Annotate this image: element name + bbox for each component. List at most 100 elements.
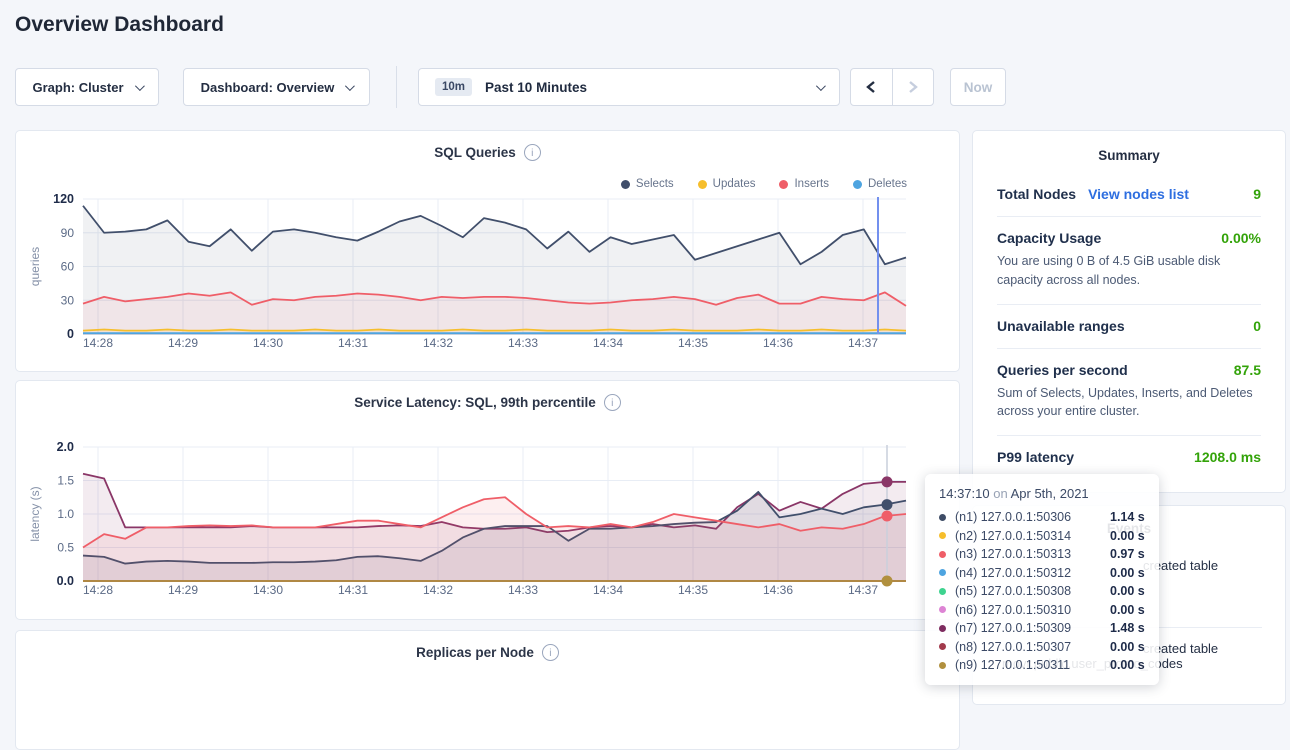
tooltip-rows: (n1) 127.0.0.1:503061.14 s(n2) 127.0.0.1… [939, 508, 1145, 675]
node-color-dot [939, 569, 946, 576]
summary-row-head: Queries per second87.5 [997, 362, 1261, 378]
now-button-label: Now [964, 80, 993, 95]
svg-text:1.5: 1.5 [57, 474, 74, 488]
sql-queries-card: SQL Queries i SelectsUpdatesInsertsDelet… [15, 130, 960, 372]
summary-panel: Summary Total Nodes View nodes list 9 Capac… [972, 130, 1286, 493]
svg-text:14:33: 14:33 [508, 336, 538, 350]
node-color-dot [939, 625, 946, 632]
step-forward-button[interactable] [893, 69, 934, 105]
svg-text:14:35: 14:35 [678, 336, 708, 350]
svg-text:latency (s): latency (s) [28, 486, 42, 541]
svg-text:0: 0 [67, 327, 74, 341]
tooltip-row: (n3) 127.0.0.1:503130.97 s [939, 545, 1145, 564]
time-range-badge: 10m [435, 78, 472, 96]
svg-text:14:29: 14:29 [168, 336, 198, 350]
sql-queries-chart[interactable]: 14:2814:2914:3014:3114:3214:3314:3414:35… [16, 131, 959, 374]
svg-text:14:28: 14:28 [83, 583, 113, 597]
summary-row: P99 latency 1208.0 ms [997, 435, 1261, 479]
tooltip-node-address: (n8) 127.0.0.1:50307 [955, 640, 1101, 654]
tooltip-node-value: 0.00 s [1110, 584, 1145, 598]
chevron-down-icon [134, 81, 144, 91]
svg-text:14:33: 14:33 [508, 583, 538, 597]
tooltip-row: (n8) 127.0.0.1:50307 0.00 s [939, 638, 1145, 657]
summary-value: 0 [1253, 318, 1261, 334]
svg-text:14:32: 14:32 [423, 336, 453, 350]
node-color-dot [939, 551, 946, 558]
time-range-selector[interactable]: 10m Past 10 Minutes [418, 68, 840, 106]
tooltip-node-value: 0.97 s [1110, 547, 1145, 561]
summary-row-head: Unavailable ranges 0 [997, 318, 1261, 334]
tooltip-row: (n4) 127.0.0.1:503120.00 s [939, 564, 1145, 583]
toolbar-divider [396, 66, 397, 108]
summary-row: Capacity Usage0.00% You are using 0 B of … [997, 216, 1261, 304]
view-nodes-link[interactable]: View nodes list [1088, 186, 1189, 202]
svg-text:14:31: 14:31 [338, 583, 368, 597]
summary-value: 0.00% [1221, 230, 1261, 246]
dashboard-dropdown[interactable]: Dashboard: Overview [183, 68, 370, 106]
svg-text:14:29: 14:29 [168, 583, 198, 597]
chart-hover-tooltip: 14:37:10 on Apr 5th, 2021 (n1) 127.0.0.1… [925, 474, 1159, 685]
now-button[interactable]: Now [950, 68, 1006, 106]
tooltip-node-address: (n7) 127.0.0.1:50309 [955, 621, 1101, 635]
svg-text:queries: queries [28, 247, 42, 286]
summary-row-head: P99 latency 1208.0 ms [997, 449, 1261, 465]
tooltip-node-value: 1.48 s [1110, 621, 1145, 635]
info-icon[interactable]: i [542, 644, 559, 661]
tooltip-node-value: 0.00 s [1110, 658, 1145, 672]
summary-title: Summary [997, 131, 1261, 173]
tooltip-row: (n5) 127.0.0.1:50308 0.00 s [939, 582, 1145, 601]
tooltip-node-address: (n5) 127.0.0.1:50308 [955, 584, 1101, 598]
svg-text:14:37: 14:37 [848, 336, 878, 350]
svg-text:0.0: 0.0 [57, 574, 74, 588]
tooltip-node-value: 0.00 s [1110, 603, 1145, 617]
service-latency-card: Service Latency: SQL, 99th percentile i … [15, 380, 960, 620]
svg-text:0.5: 0.5 [57, 541, 74, 555]
tooltip-node-address: (n9) 127.0.0.1:50311 [955, 658, 1101, 672]
tooltip-node-address: (n6) 127.0.0.1:50310 [955, 603, 1101, 617]
tooltip-node-value: 1.14 s [1110, 510, 1145, 524]
graph-dropdown[interactable]: Graph: Cluster [15, 68, 159, 106]
summary-desc: Sum of Selects, Updates, Inserts, and De… [997, 384, 1261, 422]
summary-desc: You are using 0 B of 4.5 GiB usable disk… [997, 252, 1261, 290]
tooltip-row: (n9) 127.0.0.1:50311 0.00 s [939, 656, 1145, 675]
tooltip-node-value: 0.00 s [1110, 640, 1145, 654]
highlight-dot [882, 576, 893, 587]
tooltip-node-address: (n2) 127.0.0.1:50314 [955, 529, 1101, 543]
chevron-down-icon [345, 81, 355, 91]
svg-text:14:36: 14:36 [763, 336, 793, 350]
tooltip-node-value: 0.00 s [1110, 566, 1145, 580]
summary-label: Unavailable ranges [997, 318, 1125, 334]
svg-text:120: 120 [53, 192, 74, 206]
chevron-down-icon [816, 81, 826, 91]
svg-text:14:35: 14:35 [678, 583, 708, 597]
tooltip-row: (n7) 127.0.0.1:50309 1.48 s [939, 619, 1145, 638]
svg-text:14:36: 14:36 [763, 583, 793, 597]
svg-text:2.0: 2.0 [57, 440, 74, 454]
chevron-left-icon [866, 80, 876, 94]
service-latency-chart[interactable]: 14:2814:2914:3014:3114:3214:3314:3414:35… [16, 381, 959, 624]
summary-label: P99 latency [997, 449, 1074, 465]
node-color-dot [939, 643, 946, 650]
svg-text:14:32: 14:32 [423, 583, 453, 597]
dashboard-dropdown-label: Dashboard: Overview [201, 80, 335, 95]
highlight-dot [882, 476, 893, 487]
summary-row-head: Capacity Usage0.00% [997, 230, 1261, 246]
tooltip-node-value: 0.00 s [1110, 529, 1145, 543]
highlight-dot [882, 499, 893, 510]
node-color-dot [939, 588, 946, 595]
summary-value: 1208.0 ms [1194, 449, 1261, 465]
step-back-button[interactable] [851, 69, 893, 105]
node-color-dot [939, 532, 946, 539]
summary-label: Queries per second [997, 362, 1128, 378]
summary-value: 9 [1253, 186, 1261, 202]
svg-text:14:37: 14:37 [848, 583, 878, 597]
tooltip-row: (n1) 127.0.0.1:503061.14 s [939, 508, 1145, 527]
page-title: Overview Dashboard [15, 13, 224, 37]
graph-dropdown-label: Graph: Cluster [32, 80, 123, 95]
svg-text:14:30: 14:30 [253, 336, 283, 350]
summary-label: Total Nodes [997, 186, 1076, 202]
tooltip-row: (n2) 127.0.0.1:50314 0.00 s [939, 527, 1145, 546]
sql-queries-plot: 14:2814:2914:3014:3114:3214:3314:3414:35… [16, 131, 959, 369]
svg-text:14:31: 14:31 [338, 336, 368, 350]
summary-row: Unavailable ranges 0 [997, 304, 1261, 348]
